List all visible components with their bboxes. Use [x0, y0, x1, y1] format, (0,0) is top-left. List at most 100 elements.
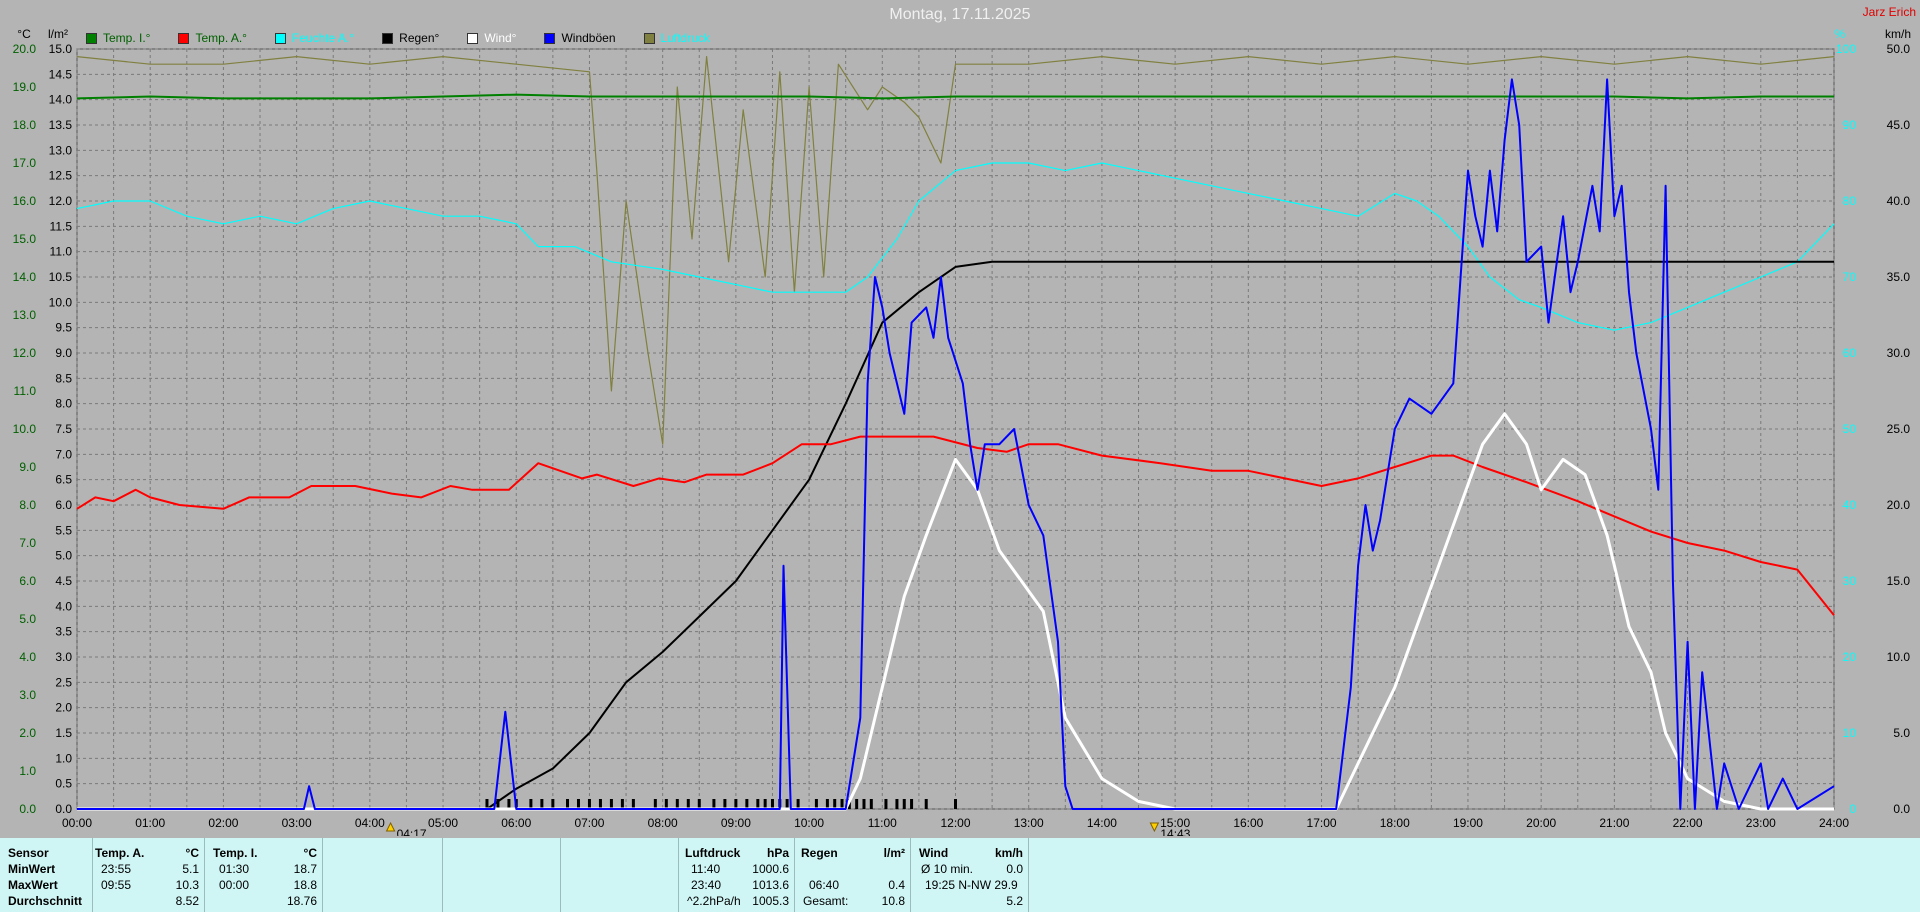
axis-unit-rain: l/m²	[48, 27, 68, 41]
rain-bar	[902, 799, 906, 809]
tick-label-wind: 25.0	[1887, 422, 1911, 436]
stats-row-label: MaxWert	[8, 878, 58, 892]
stats-value: 8.52	[175, 894, 199, 908]
tick-label-time: 06:00	[501, 816, 531, 830]
tick-label-temp: 10.0	[13, 422, 37, 436]
tick-label-wind: 45.0	[1887, 118, 1911, 132]
tick-label-wind: 15.0	[1887, 574, 1911, 588]
stats-value: 1013.6	[752, 878, 789, 892]
tick-label-temp: 20.0	[13, 42, 37, 56]
tick-label-humidity: 60	[1843, 346, 1857, 360]
stats-wind-max: 19:25 N-NW 29.9	[925, 878, 1018, 892]
axis-unit-humidity: %	[1835, 27, 1846, 41]
stats-col-pressure: Luftdruck hPa 11:40 1000.6 23:40 1013.6 …	[678, 838, 795, 912]
tick-label-rain: 13.0	[49, 143, 73, 157]
tick-label-time: 09:00	[721, 816, 751, 830]
tick-label-temp: 14.0	[13, 270, 37, 284]
tick-label-rain: 9.5	[55, 321, 72, 335]
stats-col-empty	[1028, 838, 1920, 912]
tick-label-temp: 12.0	[13, 346, 37, 360]
tick-label-wind: 30.0	[1887, 346, 1911, 360]
tick-label-time: 21:00	[1599, 816, 1629, 830]
tick-label-rain: 14.0	[49, 93, 73, 107]
tick-label-rain: 0.5	[55, 777, 72, 791]
tick-label-wind: 10.0	[1887, 650, 1911, 664]
stats-header-rain: Regen	[801, 846, 838, 860]
stats-time: 09:55	[101, 878, 132, 892]
tick-label-rain: 3.5	[55, 625, 72, 639]
tick-label-wind: 40.0	[1887, 194, 1911, 208]
tick-label-rain: 2.0	[55, 701, 72, 715]
tick-label-temp: 4.0	[19, 650, 36, 664]
tick-label-temp: 15.0	[13, 232, 37, 246]
tick-label-time: 17:00	[1307, 816, 1337, 830]
axis-unit-temp: °C	[17, 27, 31, 41]
tick-label-temp: 17.0	[13, 156, 37, 170]
tick-label-humidity: 70	[1843, 270, 1857, 284]
tick-label-temp: 18.0	[13, 118, 37, 132]
stats-col-empty	[442, 838, 561, 912]
tick-label-rain: 7.5	[55, 422, 72, 436]
rain-bar	[862, 799, 866, 809]
stats-value: 5.2	[1006, 894, 1023, 908]
tick-label-rain: 11.5	[50, 219, 73, 233]
stats-row-label: MinWert	[8, 862, 56, 876]
stats-header-unit: °C	[303, 846, 317, 860]
rain-bar	[855, 799, 859, 809]
tick-label-humidity: 0	[1849, 802, 1856, 816]
stats-header-unit: °C	[185, 846, 199, 860]
stats-time: 11:40	[691, 862, 721, 876]
stats-time: 01:30	[219, 862, 250, 876]
sunrise-time: 04:17	[397, 827, 427, 836]
tick-label-time: 03:00	[282, 816, 312, 830]
tick-label-time: 23:00	[1746, 816, 1776, 830]
tick-label-time: 12:00	[940, 816, 970, 830]
tick-label-temp: 8.0	[19, 498, 36, 512]
tick-label-temp: 13.0	[13, 308, 37, 322]
tick-label-temp: 3.0	[19, 688, 36, 702]
tick-label-time: 14:00	[1087, 816, 1117, 830]
tick-label-time: 16:00	[1233, 816, 1263, 830]
tick-label-time: 02:00	[208, 816, 238, 830]
stats-value: 10.3	[175, 878, 199, 892]
stats-value: 5.1	[182, 862, 199, 876]
stats-value: 1000.6	[752, 862, 789, 876]
rain-bar	[954, 799, 957, 809]
tick-label-time: 08:00	[648, 816, 678, 830]
tick-label-temp: 5.0	[19, 612, 36, 626]
tick-label-rain: 8.0	[55, 397, 72, 411]
stats-time: 23:55	[101, 862, 132, 876]
tick-label-time: 10:00	[794, 816, 824, 830]
tick-label-humidity: 10	[1843, 726, 1857, 740]
stats-value: 0.4	[888, 878, 905, 892]
tick-label-rain: 0.0	[55, 802, 72, 816]
stats-table: Sensor MinWert MaxWert Durchschnitt Temp…	[0, 838, 1920, 912]
stats-header-sensor: Sensor	[8, 846, 49, 860]
tick-label-time: 05:00	[428, 816, 458, 830]
tick-label-time: 13:00	[1014, 816, 1044, 830]
tick-label-temp: 1.0	[19, 764, 36, 778]
tick-label-humidity: 90	[1843, 118, 1857, 132]
tick-label-rain: 2.5	[55, 675, 72, 689]
stats-row-label: Durchschnitt	[8, 894, 83, 908]
stats-col-empty	[322, 838, 443, 912]
tick-label-rain: 5.0	[55, 549, 72, 563]
stats-value: 10.8	[881, 894, 905, 908]
tick-label-rain: 10.5	[49, 270, 73, 284]
tick-label-temp: 16.0	[13, 194, 37, 208]
tick-label-rain: 13.5	[49, 118, 73, 132]
tick-label-wind: 5.0	[1893, 726, 1910, 740]
rain-bar	[895, 799, 899, 809]
tick-label-temp: 7.0	[19, 536, 36, 550]
tick-label-rain: 4.0	[55, 599, 72, 613]
tick-label-rain: 5.5	[55, 523, 72, 537]
tick-label-rain: 12.0	[49, 194, 73, 208]
weather-chart: °C l/m²% km/h 0.0 1.0 2.0 3.0 4.0 5.0 6.0 7.0 8.0 9.…	[13, 27, 1911, 836]
stats-trend: ^2.2hPa/h	[687, 894, 741, 908]
stats-time: 23:40	[691, 878, 722, 892]
tick-label-rain: 12.5	[49, 169, 73, 183]
tick-label-time: 11:00	[868, 816, 897, 830]
tick-label-rain: 4.5	[55, 574, 72, 588]
tick-label-rain: 6.5	[55, 473, 72, 487]
sunrise-icon	[385, 821, 396, 832]
